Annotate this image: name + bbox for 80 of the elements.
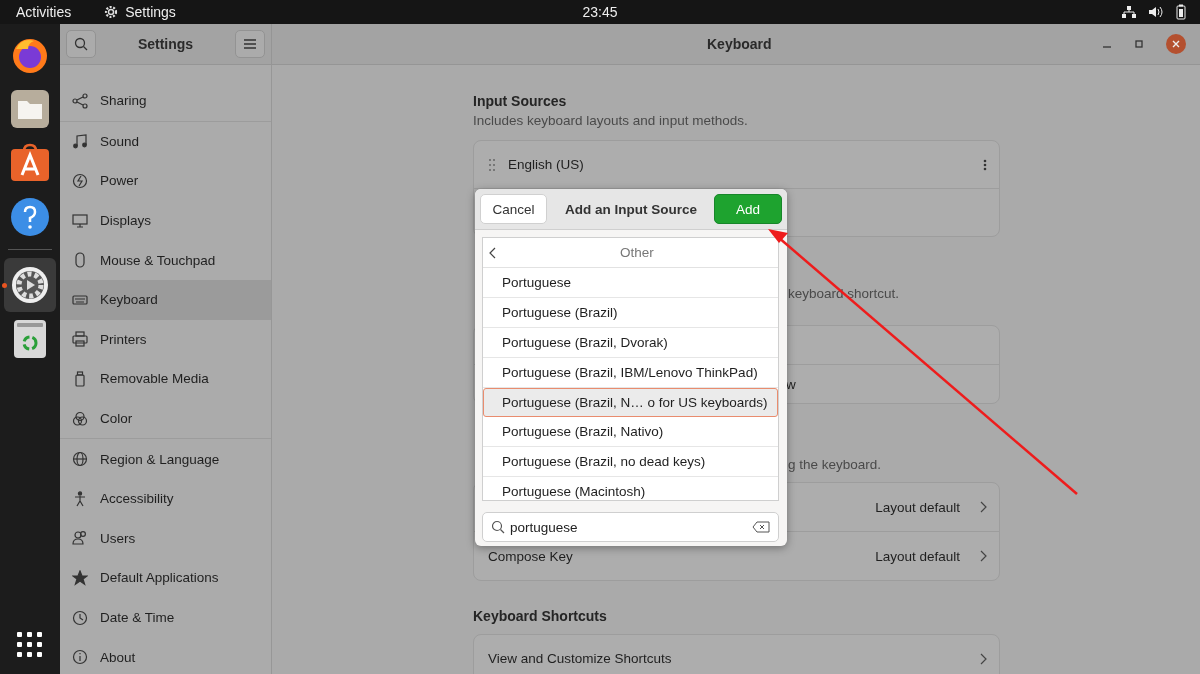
back-icon[interactable] [489,246,496,259]
sidebar-item[interactable]: Keyboard [60,279,271,320]
more-options-icon[interactable] [983,158,987,171]
row-value[interactable]: Layout default [875,548,960,564]
display-icon [72,212,88,229]
app-grid-icon[interactable] [17,632,43,658]
section-title: Keyboard Shortcuts [473,607,608,625]
chevron-right-icon[interactable] [980,550,987,562]
list-header: Other [620,245,654,260]
clear-icon[interactable] [752,521,770,533]
chevron-right-icon[interactable] [980,501,987,513]
person-icon [72,490,88,507]
folder-icon [10,89,50,129]
help-icon [10,197,50,237]
share-icon [72,92,88,109]
row-label: Compose Key [488,548,573,564]
trash-icon [13,319,47,359]
printer-icon [72,331,88,348]
sidebar-item[interactable]: Power [60,161,271,201]
power-icon [72,173,88,189]
menu-icon [244,39,256,49]
layout-item[interactable]: Portuguese (Brazil, Dvorak) [483,328,778,358]
sidebar-item[interactable]: Removable Media [60,359,271,399]
sidebar-item[interactable]: Sharing [60,81,271,121]
network-icon[interactable] [1122,5,1136,19]
sidebar-item[interactable]: Color [60,398,271,439]
section-description: g the keyboard. [788,456,882,474]
clock-icon [72,609,88,626]
layout-item[interactable]: Portuguese (Brazil) [483,298,778,328]
settings-icon [10,265,50,305]
clock[interactable]: 23:45 [582,4,618,20]
dock-item[interactable] [4,258,56,312]
menu-button[interactable] [235,30,265,58]
sidebar-item[interactable]: Accessibility [60,478,271,519]
drag-handle-icon[interactable] [488,157,496,172]
chevron-right-icon[interactable] [980,652,987,665]
gear-icon [103,4,120,20]
usb-icon [72,370,88,387]
volume-icon[interactable] [1148,5,1164,19]
layout-item[interactable]: Portuguese (Macintosh) [483,477,778,500]
sidebar-item[interactable]: Region & Language [60,439,271,479]
layout-item[interactable]: Portuguese (Brazil, Nativo) [483,417,778,447]
globe-icon [72,451,88,468]
sidebar-item[interactable]: Users [60,518,271,559]
section-description: Includes keyboard layouts and input methods. [473,112,749,130]
users-icon [72,530,88,547]
section-description: keyboard shortcut. [788,285,900,303]
shopping-bag-icon [10,143,50,183]
cancel-button[interactable]: Cancel [480,194,547,224]
sidebar-item[interactable]: About [60,637,271,674]
row-value[interactable]: Layout default [875,499,960,515]
dialog-title: Add an Input Source [565,201,697,217]
layout-item[interactable]: Portuguese (Brazil, N… o for US keyboards) [483,388,778,417]
sidebar-item[interactable]: Displays [60,200,271,241]
music-icon [72,133,88,150]
search-button[interactable] [66,30,96,58]
app-menu[interactable]: Settings [125,4,176,20]
info-icon [72,649,88,666]
battery-icon[interactable] [1176,4,1186,20]
sidebar-item[interactable]: Mouse & Touchpad [60,240,271,280]
search-icon [74,37,88,51]
sidebar-item[interactable]: Sound [60,121,271,162]
sidebar-item[interactable]: Date & Time [60,597,271,638]
maximize-icon[interactable] [1134,39,1144,49]
mouse-icon [72,252,88,269]
activities-button[interactable]: Activities [16,4,72,20]
sidebar-item[interactable]: Default Applications [60,558,271,598]
search-icon [491,520,505,534]
input-source-name: English (US) [508,157,584,172]
close-icon[interactable] [1166,34,1186,54]
sidebar-item[interactable]: Printers [60,319,271,360]
search-field[interactable]: portuguese [482,512,779,542]
sidebar-title: Settings [137,36,194,52]
layout-item[interactable]: Portuguese (Brazil, no dead keys) [483,447,778,477]
row-label[interactable]: View and Customize Shortcuts [488,651,672,666]
section-title: Input Sources [473,92,568,110]
color-icon [72,410,88,427]
window-title: Keyboard [707,36,772,52]
layout-item[interactable]: Portuguese [483,268,778,298]
star-icon [72,569,88,586]
